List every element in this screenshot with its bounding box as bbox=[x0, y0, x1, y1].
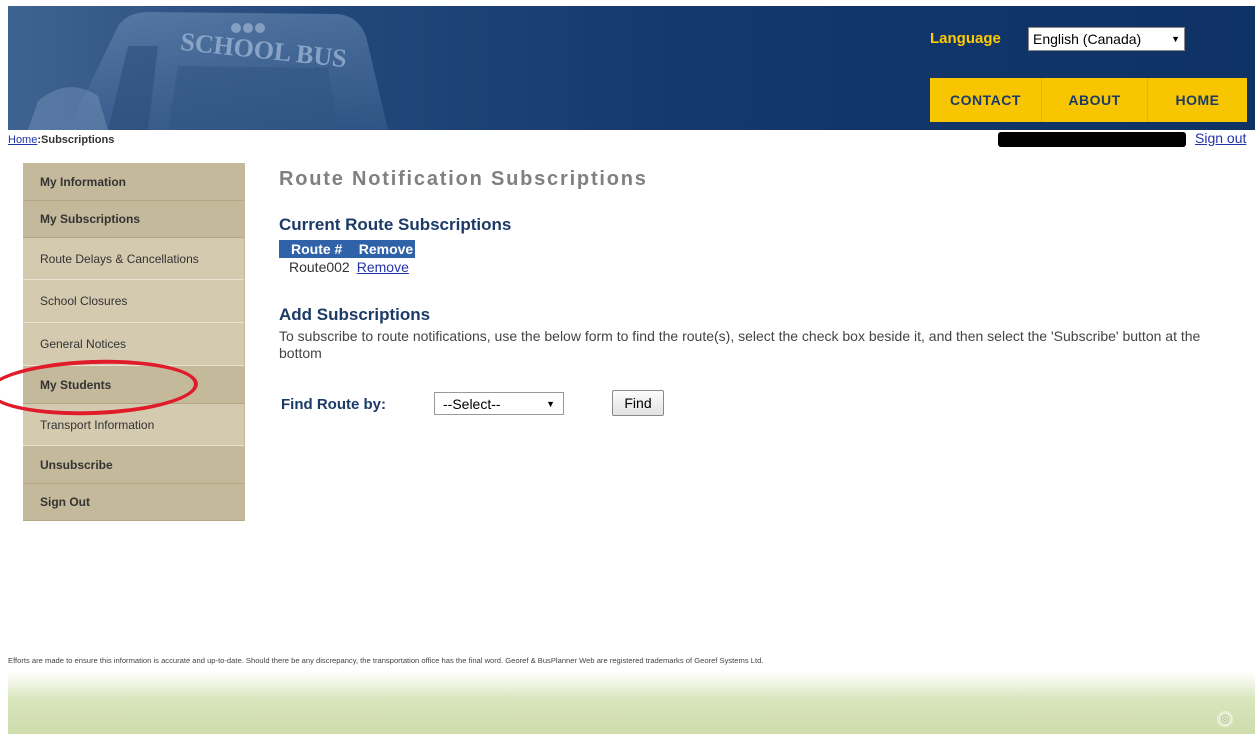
add-subscriptions-title: Add Subscriptions bbox=[279, 305, 431, 324]
sign-out-link[interactable]: Sign out bbox=[1195, 130, 1246, 146]
route-cell: Route002 bbox=[289, 258, 350, 275]
sidebar: My Information My Subscriptions Route De… bbox=[23, 163, 245, 521]
nav-contact[interactable]: CONTACT bbox=[930, 78, 1042, 122]
current-subscriptions-title: Current Route Subscriptions bbox=[279, 215, 512, 234]
column-header-remove: Remove bbox=[352, 240, 416, 258]
language-label: Language bbox=[930, 30, 1001, 47]
sidebar-item-route-delays[interactable]: Route Delays & Cancellations bbox=[23, 238, 244, 280]
school-bus-image: SCHOOL BUS bbox=[28, 12, 388, 130]
georef-logo-icon: ◎ bbox=[1217, 711, 1233, 727]
chevron-down-icon: ▼ bbox=[546, 398, 555, 409]
sidebar-item-unsubscribe[interactable]: Unsubscribe bbox=[23, 446, 244, 484]
column-header-route: Route # bbox=[279, 240, 353, 258]
footer-band bbox=[8, 672, 1255, 734]
find-route-select[interactable]: --Select-- ▼ bbox=[434, 392, 564, 415]
breadcrumb-current: Subscriptions bbox=[41, 134, 115, 146]
language-select[interactable]: English (Canada) ▼ bbox=[1028, 27, 1185, 51]
sidebar-item-school-closures[interactable]: School Closures bbox=[23, 280, 244, 323]
redacted-signed-in-text bbox=[998, 132, 1186, 147]
sidebar-item-my-subscriptions[interactable]: My Subscriptions bbox=[23, 201, 244, 238]
breadcrumb: Home:Subscriptions bbox=[8, 134, 114, 146]
add-subscriptions-description: To subscribe to route notifications, use… bbox=[279, 328, 1201, 361]
footer-disclaimer: Efforts are made to ensure this informat… bbox=[8, 656, 764, 665]
subscriptions-table: Route # Remove Route002 Remove bbox=[279, 240, 416, 275]
table-header-row: Route # Remove bbox=[279, 240, 416, 258]
sidebar-item-sign-out[interactable]: Sign Out bbox=[23, 484, 244, 521]
language-value: English (Canada) bbox=[1033, 31, 1142, 47]
nav-about[interactable]: ABOUT bbox=[1042, 78, 1148, 122]
page-title: Route Notification Subscriptions bbox=[279, 168, 648, 190]
find-route-select-value: --Select-- bbox=[443, 395, 501, 412]
table-row: Route002 Remove bbox=[279, 258, 415, 275]
nav-home[interactable]: HOME bbox=[1148, 78, 1247, 122]
chevron-down-icon: ▼ bbox=[1171, 34, 1180, 44]
remove-cell: Remove bbox=[353, 258, 415, 275]
find-route-label: Find Route by: bbox=[281, 396, 386, 413]
breadcrumb-home-link[interactable]: Home bbox=[8, 134, 37, 146]
remove-link[interactable]: Remove bbox=[357, 259, 409, 275]
sidebar-item-my-information[interactable]: My Information bbox=[23, 163, 244, 201]
top-nav: CONTACT ABOUT HOME bbox=[930, 78, 1247, 122]
header-banner: SCHOOL BUS Language English (Canada) ▼ C… bbox=[8, 6, 1255, 130]
find-button[interactable]: Find bbox=[612, 390, 664, 416]
sidebar-item-general-notices[interactable]: General Notices bbox=[23, 323, 244, 366]
